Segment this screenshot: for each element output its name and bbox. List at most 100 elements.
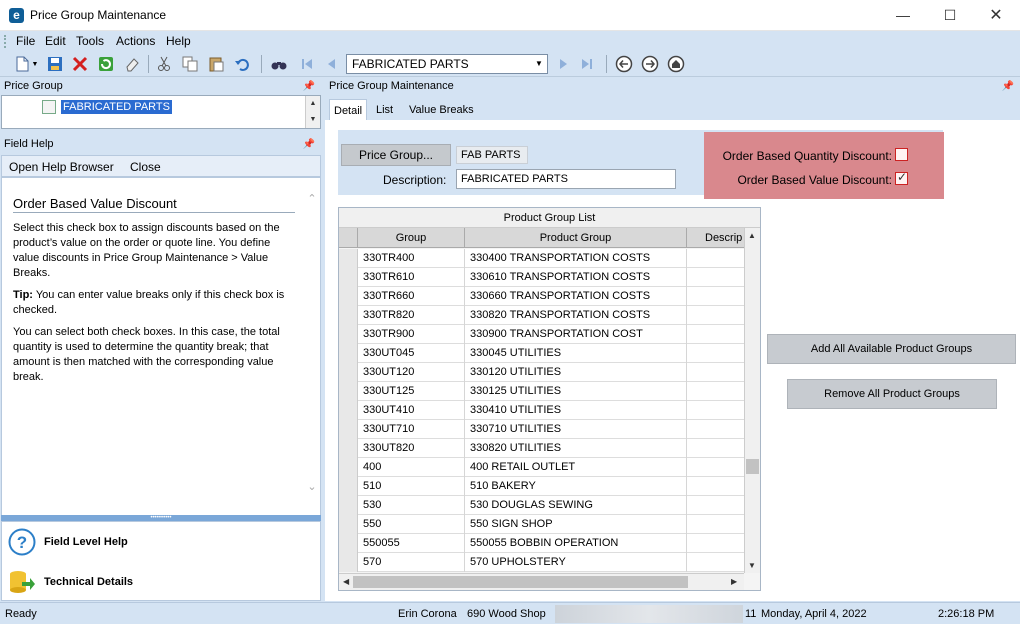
cell-product-group[interactable]: 330820 UTILITIES bbox=[465, 439, 687, 458]
row-selector[interactable] bbox=[339, 249, 358, 268]
back-arrow-icon[interactable] bbox=[615, 55, 633, 73]
next-record-icon[interactable] bbox=[554, 55, 572, 73]
home-icon[interactable] bbox=[667, 55, 685, 73]
cell-description[interactable] bbox=[687, 458, 744, 477]
cell-product-group[interactable]: 570 UPHOLSTERY bbox=[465, 553, 687, 572]
row-selector[interactable] bbox=[339, 477, 358, 496]
table-row[interactable]: 330UT120 330120 UTILITIES bbox=[339, 363, 744, 382]
description-field[interactable]: FABRICATED PARTS bbox=[456, 169, 676, 189]
tab-value-breaks[interactable]: Value Breaks bbox=[405, 99, 478, 121]
binoculars-icon[interactable] bbox=[270, 55, 288, 73]
cell-group[interactable]: 550055 bbox=[358, 534, 465, 553]
menu-help[interactable]: Help bbox=[166, 34, 191, 48]
cut-icon[interactable] bbox=[155, 55, 173, 73]
paste-icon[interactable] bbox=[207, 55, 225, 73]
cell-description[interactable] bbox=[687, 401, 744, 420]
cell-product-group[interactable]: 550055 BOBBIN OPERATION bbox=[465, 534, 687, 553]
column-header-description[interactable]: Descrip bbox=[687, 228, 744, 248]
record-selector[interactable]: FABRICATED PARTS ▼ bbox=[346, 54, 548, 74]
pin-icon[interactable]: 📌 bbox=[1002, 78, 1014, 95]
last-record-icon[interactable] bbox=[578, 55, 596, 73]
cell-product-group[interactable]: 330125 UTILITIES bbox=[465, 382, 687, 401]
scroll-down-icon[interactable]: ▼ bbox=[748, 561, 756, 570]
row-selector[interactable] bbox=[339, 553, 358, 572]
maximize-button[interactable]: ☐ bbox=[927, 0, 973, 31]
first-record-icon[interactable] bbox=[298, 55, 316, 73]
menu-tools[interactable]: Tools bbox=[76, 34, 104, 48]
tree-scrollbar[interactable]: ▲ ▼ bbox=[305, 96, 320, 128]
close-window-button[interactable]: ✕ bbox=[973, 0, 1019, 31]
scroll-thumb[interactable] bbox=[746, 459, 759, 474]
table-row[interactable]: 530 530 DOUGLAS SEWING bbox=[339, 496, 744, 515]
cell-product-group[interactable]: 400 RETAIL OUTLET bbox=[465, 458, 687, 477]
scroll-up-icon[interactable]: ▲ bbox=[748, 231, 756, 240]
cell-group[interactable]: 330UT710 bbox=[358, 420, 465, 439]
cell-group[interactable]: 330UT410 bbox=[358, 401, 465, 420]
cell-description[interactable] bbox=[687, 439, 744, 458]
cell-group[interactable]: 330UT125 bbox=[358, 382, 465, 401]
scroll-down-icon[interactable]: ▼ bbox=[306, 112, 320, 128]
value-discount-checkbox[interactable]: ✓ bbox=[895, 170, 908, 185]
cell-group[interactable]: 330TR400 bbox=[358, 249, 465, 268]
previous-record-icon[interactable] bbox=[323, 55, 341, 73]
row-selector[interactable] bbox=[339, 420, 358, 439]
table-row[interactable]: 550055 550055 BOBBIN OPERATION bbox=[339, 534, 744, 553]
cell-description[interactable] bbox=[687, 325, 744, 344]
row-selector[interactable] bbox=[339, 344, 358, 363]
row-selector[interactable] bbox=[339, 363, 358, 382]
row-selector[interactable] bbox=[339, 382, 358, 401]
pin-icon[interactable]: 📌 bbox=[303, 78, 315, 95]
new-dropdown-icon[interactable]: ▼ bbox=[30, 55, 40, 73]
row-selector[interactable] bbox=[339, 515, 358, 534]
minimize-button[interactable]: — bbox=[880, 0, 926, 31]
cell-group[interactable]: 330UT820 bbox=[358, 439, 465, 458]
table-row[interactable]: 330UT820 330820 UTILITIES bbox=[339, 439, 744, 458]
cell-group[interactable]: 330UT120 bbox=[358, 363, 465, 382]
scroll-thumb[interactable] bbox=[353, 576, 688, 588]
forward-arrow-icon[interactable] bbox=[641, 55, 659, 73]
cell-product-group[interactable]: 330710 UTILITIES bbox=[465, 420, 687, 439]
new-document-icon[interactable] bbox=[13, 55, 31, 73]
row-selector[interactable] bbox=[339, 287, 358, 306]
undo-icon[interactable] bbox=[233, 55, 251, 73]
cell-group[interactable]: 330TR900 bbox=[358, 325, 465, 344]
cell-group[interactable]: 330TR610 bbox=[358, 268, 465, 287]
cell-product-group[interactable]: 330610 TRANSPORTATION COSTS bbox=[465, 268, 687, 287]
menu-actions[interactable]: Actions bbox=[116, 34, 155, 48]
cell-group[interactable]: 330TR820 bbox=[358, 306, 465, 325]
cell-description[interactable] bbox=[687, 363, 744, 382]
row-selector[interactable] bbox=[339, 534, 358, 553]
row-selector[interactable] bbox=[339, 268, 358, 287]
cell-description[interactable] bbox=[687, 344, 744, 363]
scroll-up-icon[interactable]: ▲ bbox=[306, 96, 320, 112]
qty-discount-checkbox[interactable] bbox=[895, 148, 908, 161]
row-selector[interactable] bbox=[339, 401, 358, 420]
table-row[interactable]: 330TR820 330820 TRANSPORTATION COSTS bbox=[339, 306, 744, 325]
table-row[interactable]: 330TR660 330660 TRANSPORTATION COSTS bbox=[339, 287, 744, 306]
save-icon[interactable] bbox=[46, 55, 64, 73]
column-header-group[interactable]: Group bbox=[358, 228, 465, 248]
cell-description[interactable] bbox=[687, 553, 744, 572]
cell-product-group[interactable]: 510 BAKERY bbox=[465, 477, 687, 496]
scroll-left-icon[interactable]: ◀ bbox=[343, 577, 349, 586]
cell-description[interactable] bbox=[687, 534, 744, 553]
cell-description[interactable] bbox=[687, 496, 744, 515]
table-row[interactable]: 330TR900 330900 TRANSPORTATION COST bbox=[339, 325, 744, 344]
tab-detail[interactable]: Detail bbox=[329, 99, 368, 121]
row-selector[interactable] bbox=[339, 458, 358, 477]
cell-product-group[interactable]: 550 SIGN SHOP bbox=[465, 515, 687, 534]
cell-product-group[interactable]: 530 DOUGLAS SEWING bbox=[465, 496, 687, 515]
menu-edit[interactable]: Edit bbox=[45, 34, 66, 48]
table-row[interactable]: 510 510 BAKERY bbox=[339, 477, 744, 496]
close-help-button[interactable]: Close bbox=[130, 160, 161, 174]
cell-product-group[interactable]: 330120 UTILITIES bbox=[465, 363, 687, 382]
table-row[interactable]: 570 570 UPHOLSTERY bbox=[339, 553, 744, 572]
cell-description[interactable] bbox=[687, 515, 744, 534]
cell-description[interactable] bbox=[687, 477, 744, 496]
add-all-product-groups-button[interactable]: Add All Available Product Groups bbox=[767, 334, 1016, 364]
table-row[interactable]: 330TR610 330610 TRANSPORTATION COSTS bbox=[339, 268, 744, 287]
table-row[interactable]: 330UT045 330045 UTILITIES bbox=[339, 344, 744, 363]
table-row[interactable]: 330UT125 330125 UTILITIES bbox=[339, 382, 744, 401]
cell-product-group[interactable]: 330900 TRANSPORTATION COST bbox=[465, 325, 687, 344]
cell-group[interactable]: 400 bbox=[358, 458, 465, 477]
